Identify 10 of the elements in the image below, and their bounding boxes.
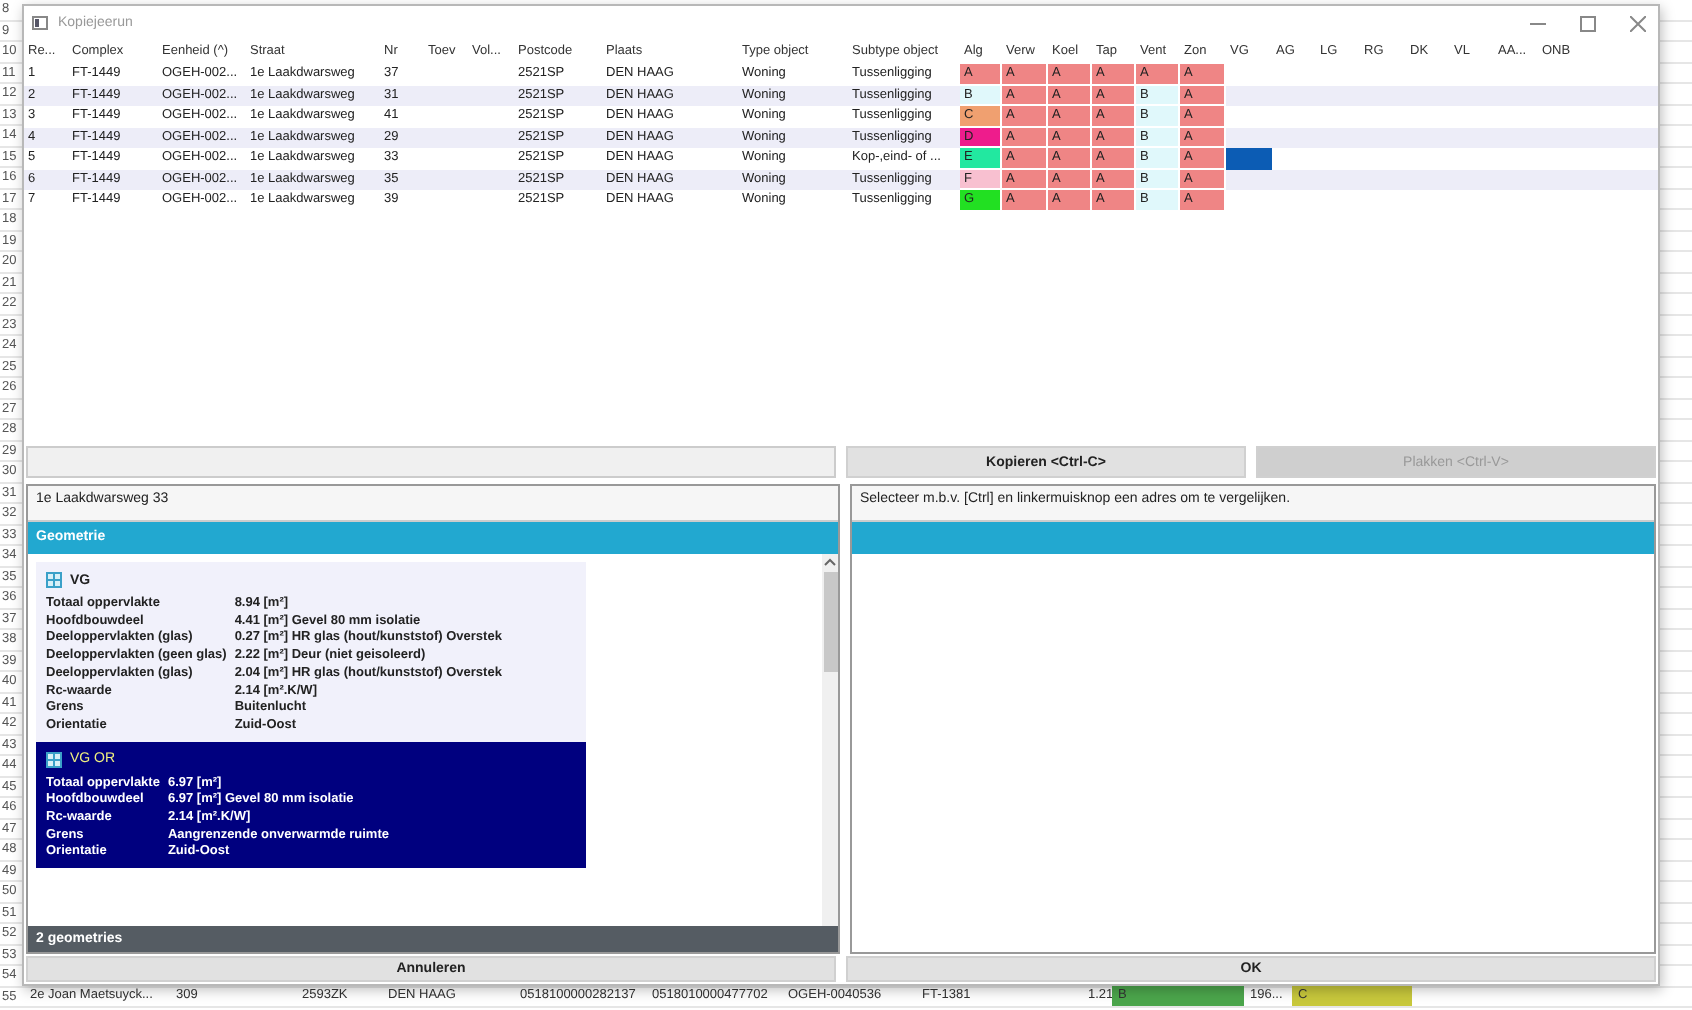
close-icon[interactable] — [1630, 15, 1646, 31]
input-field[interactable] — [26, 446, 836, 478]
geometry-card[interactable] — [36, 562, 586, 742]
scroll-up-icon[interactable] — [824, 558, 836, 566]
window-icon — [32, 16, 48, 30]
grid-icon — [46, 751, 62, 768]
maximize-icon[interactable] — [1580, 15, 1596, 31]
selected-cell[interactable] — [1226, 148, 1272, 169]
scrollbar[interactable] — [822, 554, 838, 926]
grid-icon — [46, 572, 62, 588]
